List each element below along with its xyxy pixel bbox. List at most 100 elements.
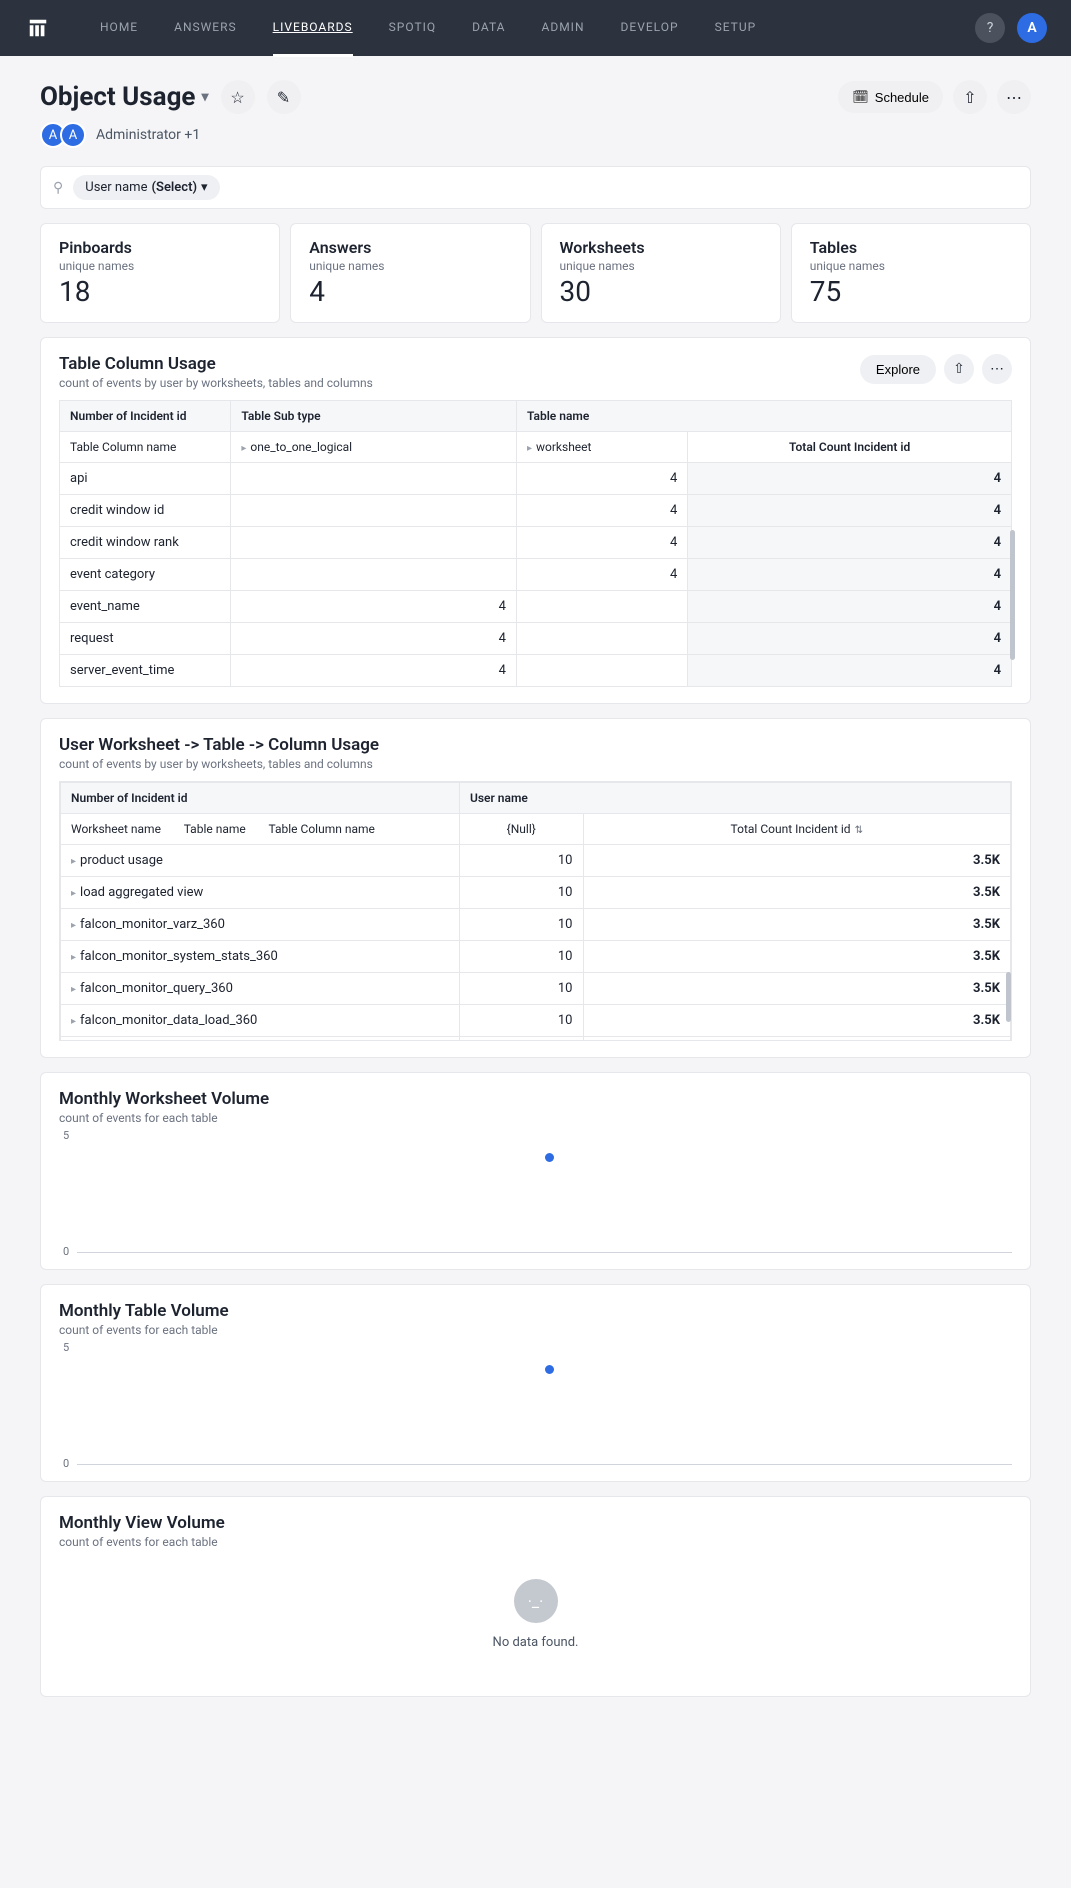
cell-total: 3.5K (583, 1037, 1011, 1042)
explore-button[interactable]: Explore (860, 355, 936, 384)
chart-area[interactable]: 5 0 (77, 1133, 1012, 1253)
cell-value: 4 (516, 463, 687, 495)
col-subtype: Table Sub type (231, 401, 517, 432)
share-button[interactable]: ⇧ (944, 354, 974, 384)
author-avatars[interactable]: A A (40, 122, 86, 148)
more-button[interactable]: ⋯ (982, 354, 1012, 384)
nav-setup[interactable]: SETUP (715, 0, 757, 57)
scrollbar[interactable] (1010, 530, 1015, 660)
nav-data[interactable]: DATA (472, 0, 505, 57)
nav-home[interactable]: HOME (100, 0, 138, 57)
cell-total: 3.5K (583, 973, 1011, 1005)
table-row[interactable]: ▸falcon_monitor_query_360 10 3.5K (61, 973, 1011, 1005)
nav-spotiq[interactable]: SPOTIQ (389, 0, 436, 57)
scrollbar[interactable] (1006, 972, 1011, 1022)
cell-value: 4 (231, 623, 517, 655)
nav-answers[interactable]: ANSWERS (174, 0, 237, 57)
expand-icon[interactable]: ▸ (71, 856, 76, 867)
total-col-header[interactable]: Total Count Incident id⇅ (583, 814, 1011, 845)
calendar-icon: 🗓 (852, 89, 869, 105)
row-name: ▸falcon_monitor_data_load_360 (61, 1005, 460, 1037)
card-table-column-usage: Table Column Usage count of events by us… (40, 337, 1031, 704)
filter-icon[interactable]: ⚲ (53, 180, 63, 196)
table-row[interactable]: ▸discover monitoring data 10 3.5K (61, 1037, 1011, 1042)
cell-value: 4 (516, 527, 687, 559)
pivot-col[interactable]: ▸one_to_one_logical (231, 432, 517, 463)
cell-value (231, 527, 517, 559)
table-row[interactable]: event_name 4 4 (60, 591, 1012, 623)
help-button[interactable]: ? (975, 13, 1005, 43)
cell-value: 10 (460, 1005, 584, 1037)
table-row[interactable]: event category 4 4 (60, 559, 1012, 591)
edit-button[interactable]: ✎ (267, 80, 301, 114)
table-column-usage-table[interactable]: Number of Incident id Table Sub type Tab… (59, 400, 1012, 687)
cell-value: 4 (516, 495, 687, 527)
table-row[interactable]: ▸falcon_monitor_data_load_360 10 3.5K (61, 1005, 1011, 1037)
pivot-label: worksheet (536, 440, 591, 454)
chevron-down-icon: ▾ (201, 89, 208, 105)
chart-area[interactable]: 5 0 (77, 1345, 1012, 1465)
cell-total: 4 (688, 591, 1012, 623)
nav-admin[interactable]: ADMIN (542, 0, 585, 57)
table-row[interactable]: ▸load aggregated view 10 3.5K (61, 877, 1011, 909)
cell-total: 3.5K (583, 845, 1011, 877)
more-button[interactable]: ⋯ (997, 80, 1031, 114)
table-row[interactable]: server_event_time 4 4 (60, 655, 1012, 687)
user-worksheet-table[interactable]: Number of Incident id User name Workshee… (60, 782, 1011, 1041)
logo[interactable] (24, 14, 52, 42)
cell-value: 4 (516, 559, 687, 591)
nav-liveboards[interactable]: LIVEBOARDS (273, 0, 353, 57)
sh-worksheet: Worksheet name (71, 822, 161, 836)
kpi-title: Worksheets (560, 238, 762, 257)
favorite-button[interactable]: ☆ (221, 80, 255, 114)
sh-table: Table name (184, 822, 246, 836)
kpi-worksheets[interactable]: Worksheets unique names 30 (541, 223, 781, 323)
expand-icon[interactable]: ▸ (71, 984, 76, 995)
pivot-col[interactable]: ▸ worksheet (516, 432, 687, 463)
data-point[interactable] (545, 1365, 554, 1374)
row-name: event_name (60, 591, 231, 623)
expand-icon: ▸ (527, 443, 532, 454)
card-monthly-view-volume: Monthly View Volume count of events for … (40, 1496, 1031, 1697)
data-point[interactable] (545, 1153, 554, 1162)
row-name: request (60, 623, 231, 655)
expand-icon[interactable]: ▸ (71, 920, 76, 931)
table-row[interactable]: ▸falcon_monitor_varz_360 10 3.5K (61, 909, 1011, 941)
expand-icon: ▸ (241, 443, 246, 454)
kpi-tables[interactable]: Tables unique names 75 (791, 223, 1031, 323)
card-monthly-worksheet-volume: Monthly Worksheet Volume count of events… (40, 1072, 1031, 1270)
cell-value: 4 (231, 591, 517, 623)
filter-bar: ⚲ User name (Select) ▾ (40, 166, 1031, 209)
table-row[interactable]: credit window id 4 4 (60, 495, 1012, 527)
cell-value: 4 (231, 655, 517, 687)
subheader-row: Worksheet name Table name Table Column n… (61, 814, 460, 845)
cell-total: 3.5K (583, 1005, 1011, 1037)
share-button[interactable]: ⇧ (953, 80, 987, 114)
table-row[interactable]: ▸falcon_monitor_system_stats_360 10 3.5K (61, 941, 1011, 973)
kpi-pinboards[interactable]: Pinboards unique names 18 (40, 223, 280, 323)
row-name: ▸discover monitoring data (61, 1037, 460, 1042)
kpi-sub: unique names (59, 259, 261, 273)
card-monthly-table-volume: Monthly Table Volume count of events for… (40, 1284, 1031, 1482)
table-row[interactable]: ▸product usage 10 3.5K (61, 845, 1011, 877)
expand-icon[interactable]: ▸ (71, 952, 76, 963)
table-row[interactable]: api 4 4 (60, 463, 1012, 495)
avatar: A (60, 122, 86, 148)
kpi-answers[interactable]: Answers unique names 4 (290, 223, 530, 323)
expand-icon[interactable]: ▸ (71, 888, 76, 899)
y-tick: 5 (63, 1129, 69, 1142)
expand-icon[interactable]: ▸ (71, 1016, 76, 1027)
cell-value (516, 591, 687, 623)
col-incident: Number of Incident id (60, 401, 231, 432)
schedule-button[interactable]: 🗓 Schedule (838, 81, 943, 113)
user-avatar[interactable]: A (1017, 13, 1047, 43)
page-title[interactable]: Object Usage ▾ (40, 82, 209, 112)
nav-develop[interactable]: DEVELOP (621, 0, 679, 57)
kpi-sub: unique names (309, 259, 511, 273)
cell-value: 10 (460, 1037, 584, 1042)
filter-chip-username[interactable]: User name (Select) ▾ (73, 175, 219, 200)
table-row[interactable]: request 4 4 (60, 623, 1012, 655)
y-tick: 0 (63, 1245, 69, 1258)
table-row[interactable]: credit window rank 4 4 (60, 527, 1012, 559)
cell-value: 10 (460, 877, 584, 909)
